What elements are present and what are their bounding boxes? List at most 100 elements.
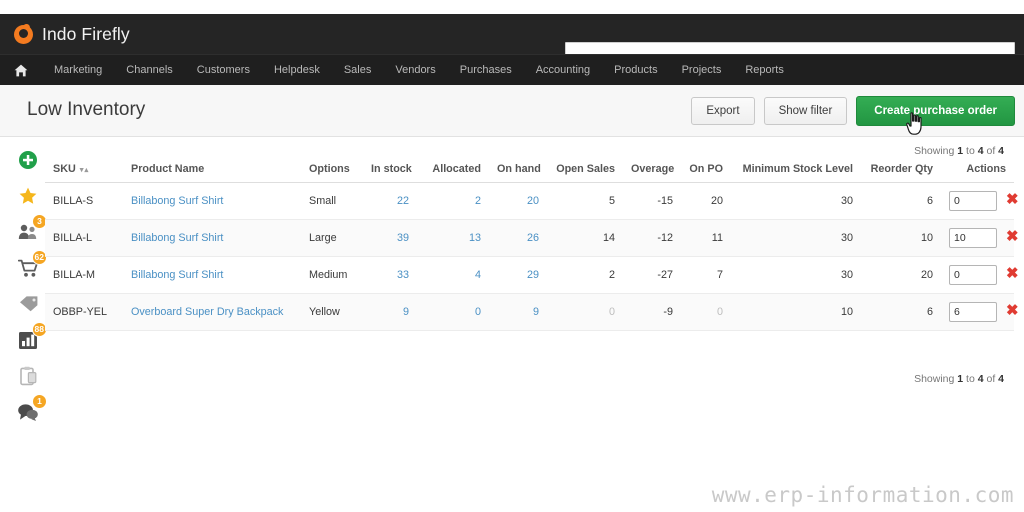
cell-on-hand: 20	[489, 182, 547, 220]
cell-options: Small	[301, 182, 363, 220]
col-header-on-po[interactable]: On PO	[681, 157, 731, 183]
app-window: Indo Firefly Marketing Channels Customer…	[0, 0, 1024, 512]
cell-on-po: 20	[681, 182, 731, 220]
order-qty-input[interactable]	[949, 302, 997, 322]
page-title: Low Inventory	[27, 99, 146, 120]
remove-row-icon[interactable]: ✖	[1006, 266, 1019, 281]
rail-item-tags[interactable]	[13, 289, 43, 319]
col-header-overage[interactable]: Overage	[623, 157, 681, 183]
col-header-sku[interactable]: SKU ▾▴	[45, 157, 123, 183]
cell-actions: ✖	[941, 219, 1019, 257]
brand-bar: Indo Firefly	[0, 14, 1024, 63]
order-qty-input[interactable]	[949, 265, 997, 285]
remove-row-icon[interactable]: ✖	[1006, 192, 1019, 207]
on-hand-link[interactable]: 26	[527, 232, 539, 244]
col-header-product-name[interactable]: Product Name	[123, 157, 301, 183]
cell-reorder-qty: 20	[861, 256, 941, 294]
cell-open-sales: 14	[547, 219, 623, 257]
sort-arrows-icon[interactable]: ▾▴	[80, 165, 90, 174]
cell-sku: BILLA-M	[45, 256, 123, 294]
allocated-link[interactable]: 13	[469, 232, 481, 244]
col-header-minimum-stock-level[interactable]: Minimum Stock Level	[731, 157, 861, 183]
nav-item-sales[interactable]: Sales	[332, 55, 384, 86]
remove-row-icon[interactable]: ✖	[1006, 229, 1019, 244]
nav-item-products[interactable]: Products	[602, 55, 669, 86]
cell-allocated: 0	[417, 293, 489, 331]
product-link[interactable]: Billabong Surf Shirt	[131, 269, 223, 281]
remove-row-icon[interactable]: ✖	[1006, 303, 1019, 318]
cell-open-sales: 0	[547, 293, 623, 331]
nav-item-purchases[interactable]: Purchases	[448, 55, 524, 86]
order-qty-input[interactable]	[949, 228, 997, 248]
col-header-open-sales[interactable]: Open Sales	[547, 157, 623, 183]
firefly-logo-icon	[14, 24, 33, 44]
allocated-link[interactable]: 2	[475, 195, 481, 207]
brand-logo[interactable]: Indo Firefly	[0, 24, 130, 45]
nav-item-projects[interactable]: Projects	[670, 55, 734, 86]
showing-count-top-text: Showing 1 to 4 of 4	[914, 145, 1004, 157]
cell-minimum-stock-level: 30	[731, 219, 861, 257]
star-icon	[19, 187, 37, 204]
create-purchase-order-button[interactable]: Create purchase order	[856, 96, 1015, 126]
cell-reorder-qty: 10	[861, 219, 941, 257]
cell-on-po: 0	[681, 293, 731, 331]
order-qty-input[interactable]	[949, 191, 997, 211]
rail-item-reports[interactable]: 88	[13, 322, 47, 355]
home-icon[interactable]	[0, 55, 42, 86]
in-stock-link[interactable]: 22	[397, 195, 409, 207]
rail-item-clipboard[interactable]	[13, 361, 43, 391]
in-stock-link[interactable]: 39	[397, 232, 409, 244]
col-header-reorder-qty[interactable]: Reorder Qty	[861, 157, 941, 183]
in-stock-link[interactable]: 33	[397, 269, 409, 281]
cell-options: Yellow	[301, 293, 363, 331]
nav-item-accounting[interactable]: Accounting	[524, 55, 602, 86]
nav-item-reports[interactable]: Reports	[733, 55, 796, 86]
table-row[interactable]: BILLA-S Billabong Surf Shirt Small 22 2 …	[45, 182, 1019, 220]
in-stock-link[interactable]: 9	[403, 306, 409, 318]
on-hand-link[interactable]: 20	[527, 195, 539, 207]
product-link[interactable]: Overboard Super Dry Backpack	[131, 306, 283, 318]
cell-sku: BILLA-S	[45, 182, 123, 220]
nav-item-marketing[interactable]: Marketing	[42, 55, 114, 86]
cell-open-sales: 5	[547, 182, 623, 220]
nav-item-customers[interactable]: Customers	[185, 55, 262, 86]
rail-item-add[interactable]	[13, 145, 43, 175]
cell-reorder-qty: 6	[861, 293, 941, 331]
showing-count-bottom-text: Showing 1 to 4 of 4	[914, 373, 1004, 385]
cell-options: Medium	[301, 256, 363, 294]
cell-on-po: 11	[681, 219, 731, 257]
cell-overage: -27	[623, 256, 681, 294]
cell-in-stock: 9	[363, 293, 417, 331]
nav-item-helpdesk[interactable]: Helpdesk	[262, 55, 332, 86]
on-hand-link[interactable]: 9	[533, 306, 539, 318]
col-header-allocated[interactable]: Allocated	[417, 157, 489, 183]
allocated-link[interactable]: 4	[475, 269, 481, 281]
show-filter-button[interactable]: Show filter	[763, 97, 848, 125]
table-row[interactable]: BILLA-L Billabong Surf Shirt Large 39 13…	[45, 219, 1019, 257]
rail-item-chat[interactable]: 1	[13, 394, 47, 427]
product-link[interactable]: Billabong Surf Shirt	[131, 232, 223, 244]
table-row[interactable]: OBBP-YEL Overboard Super Dry Backpack Ye…	[45, 293, 1019, 331]
nav-item-vendors[interactable]: Vendors	[383, 55, 447, 86]
col-header-actions: Actions	[941, 157, 1014, 183]
table-row[interactable]: BILLA-M Billabong Surf Shirt Medium 33 4…	[45, 256, 1019, 294]
rail-item-customers[interactable]: 3	[13, 214, 47, 247]
chat-badge: 1	[32, 394, 47, 409]
rail-item-favorites[interactable]	[13, 181, 43, 211]
on-hand-link[interactable]: 29	[527, 269, 539, 281]
col-header-in-stock[interactable]: In stock	[363, 157, 417, 183]
cell-product-name: Overboard Super Dry Backpack	[123, 293, 301, 331]
product-link[interactable]: Billabong Surf Shirt	[131, 195, 223, 207]
cell-in-stock: 39	[363, 219, 417, 257]
export-button[interactable]: Export	[691, 97, 755, 125]
cell-minimum-stock-level: 30	[731, 182, 861, 220]
tag-icon	[19, 296, 37, 312]
page-header: Low Inventory Export Show filter Create …	[0, 85, 1024, 137]
allocated-link[interactable]: 0	[475, 306, 481, 318]
col-header-on-hand[interactable]: On hand	[489, 157, 547, 183]
rail-item-cart[interactable]: 62	[13, 250, 47, 283]
nav-item-channels[interactable]: Channels	[114, 55, 184, 86]
col-header-options[interactable]: Options	[301, 157, 363, 183]
cell-minimum-stock-level: 10	[731, 293, 861, 331]
cell-actions: ✖	[941, 182, 1019, 220]
